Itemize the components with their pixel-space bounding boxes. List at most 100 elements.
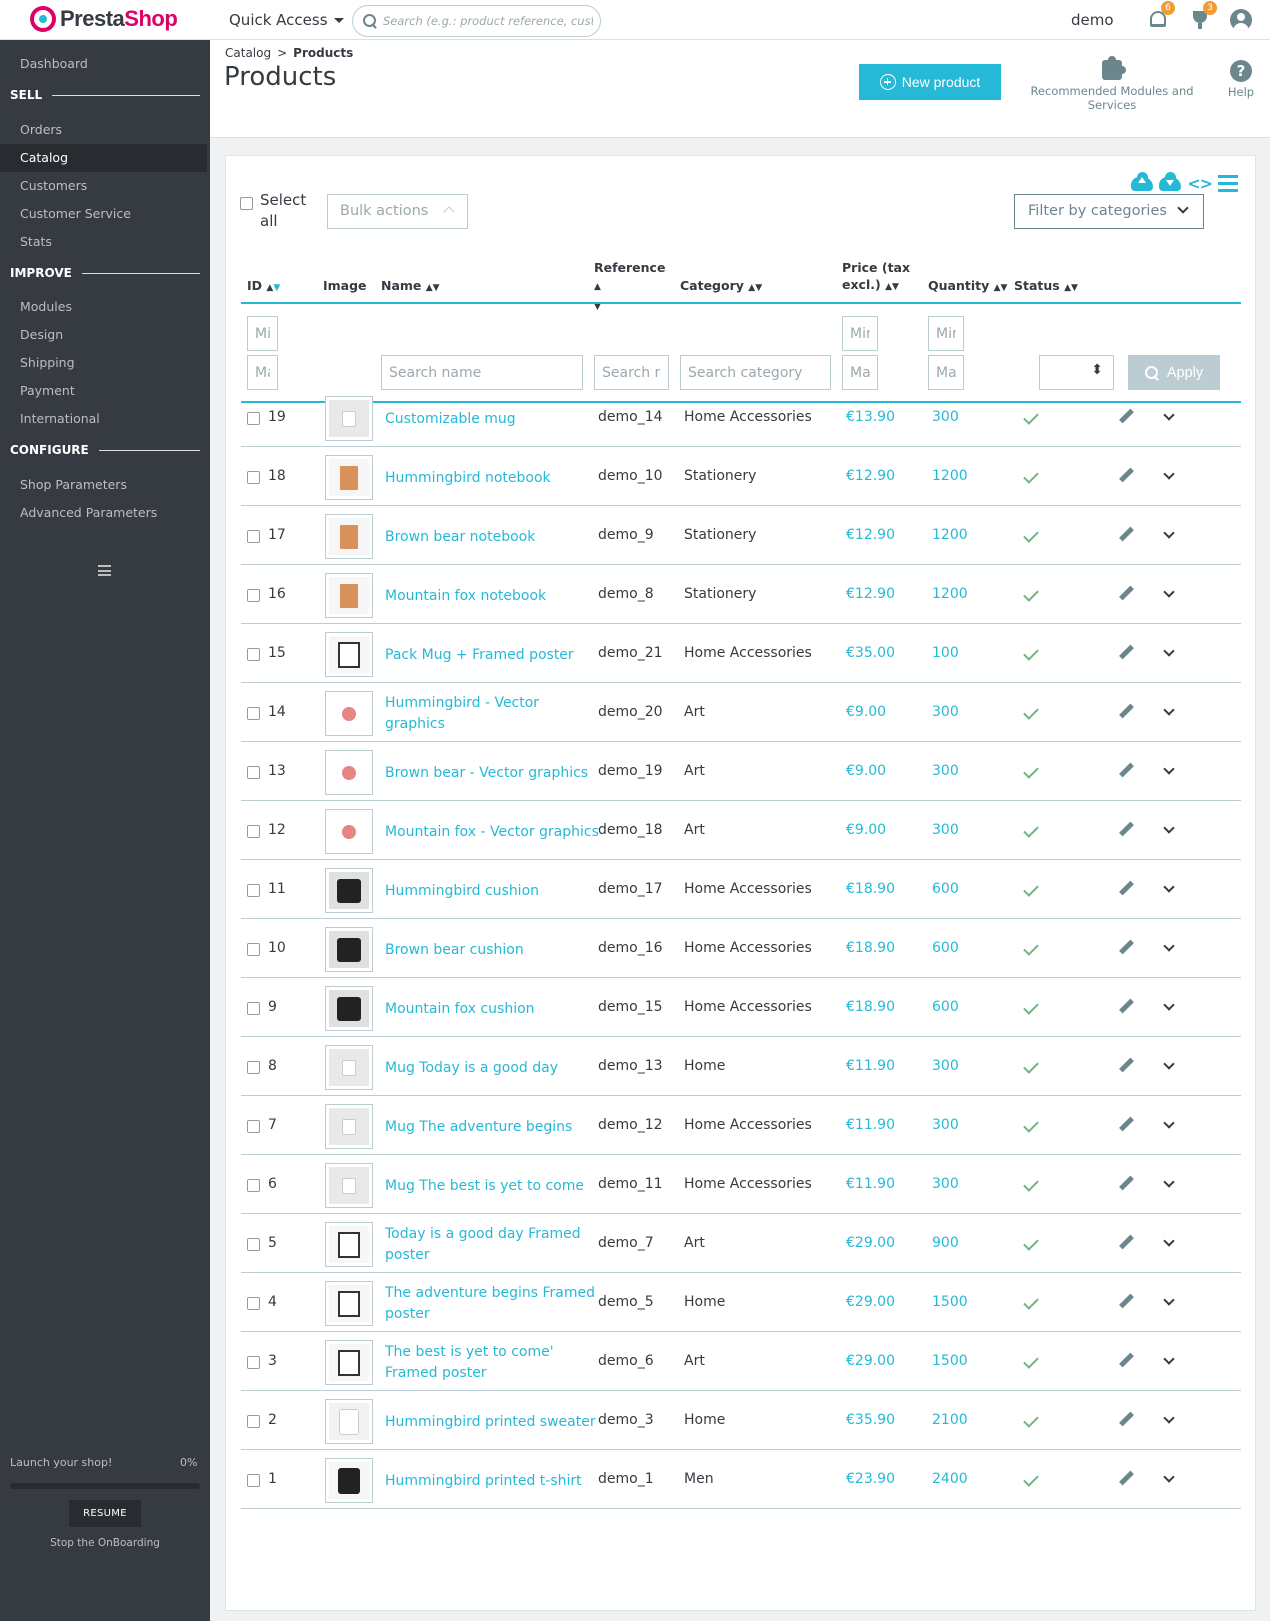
product-price[interactable]: €29.00 bbox=[846, 1294, 895, 1310]
row-checkbox[interactable] bbox=[247, 1179, 260, 1192]
new-product-button[interactable]: New product bbox=[859, 64, 1001, 100]
product-name-link[interactable]: Hummingbird printed t-shirt bbox=[385, 1461, 600, 1501]
row-checkbox[interactable] bbox=[247, 1002, 260, 1015]
sort-icon[interactable]: ▲▼ bbox=[885, 282, 899, 292]
row-checkbox[interactable] bbox=[247, 648, 260, 661]
product-thumbnail[interactable] bbox=[325, 1045, 373, 1090]
product-thumbnail[interactable] bbox=[325, 455, 373, 500]
search-icon[interactable] bbox=[363, 14, 377, 28]
sidebar-item-payment[interactable]: Payment bbox=[0, 377, 207, 405]
product-price[interactable]: €18.90 bbox=[846, 940, 895, 956]
row-actions-chevron-icon[interactable] bbox=[1163, 1471, 1175, 1483]
product-price[interactable]: €35.00 bbox=[846, 645, 895, 661]
column-header-quantity[interactable]: Quantity ▲▼ bbox=[928, 277, 1007, 297]
filter-name-input[interactable] bbox=[381, 355, 583, 390]
product-price[interactable]: €23.90 bbox=[846, 1471, 895, 1487]
filter-id-min[interactable] bbox=[247, 316, 278, 351]
product-name-link[interactable]: Today is a good day Framed poster bbox=[385, 1225, 600, 1265]
status-enabled-check-icon[interactable] bbox=[1023, 704, 1039, 720]
cloud-upload-icon[interactable] bbox=[1131, 171, 1154, 191]
product-price[interactable]: €12.90 bbox=[846, 586, 895, 602]
edit-pencil-icon[interactable] bbox=[1118, 704, 1134, 720]
product-name-link[interactable]: Mug Today is a good day bbox=[385, 1048, 600, 1088]
code-icon[interactable]: <> bbox=[1187, 174, 1213, 193]
product-thumbnail[interactable] bbox=[325, 986, 373, 1031]
product-name-link[interactable]: Hummingbird printed sweater bbox=[385, 1402, 600, 1442]
product-name-link[interactable]: Brown bear - Vector graphics bbox=[385, 753, 600, 793]
edit-pencil-icon[interactable] bbox=[1118, 1294, 1134, 1310]
column-header-price[interactable]: Price (tax excl.) ▲▼ bbox=[842, 259, 912, 296]
column-header-reference[interactable]: Reference ▲ ▼ bbox=[594, 259, 674, 316]
edit-pencil-icon[interactable] bbox=[1118, 645, 1134, 661]
product-thumbnail[interactable] bbox=[325, 1222, 373, 1267]
product-quantity[interactable]: 900 bbox=[932, 1235, 959, 1251]
status-enabled-check-icon[interactable] bbox=[1023, 1235, 1039, 1251]
status-enabled-check-icon[interactable] bbox=[1023, 1117, 1039, 1133]
edit-pencil-icon[interactable] bbox=[1118, 881, 1134, 897]
row-checkbox[interactable] bbox=[247, 1356, 260, 1369]
product-name-link[interactable]: Mug The best is yet to come bbox=[385, 1166, 600, 1206]
product-name-link[interactable]: Hummingbird cushion bbox=[385, 871, 600, 911]
edit-pencil-icon[interactable] bbox=[1118, 1471, 1134, 1487]
row-actions-chevron-icon[interactable] bbox=[1163, 763, 1175, 775]
sidebar-item-shop-parameters[interactable]: Shop Parameters bbox=[0, 471, 207, 499]
filter-quantity-min[interactable] bbox=[928, 316, 964, 351]
product-name-link[interactable]: Brown bear notebook bbox=[385, 517, 600, 557]
product-quantity[interactable]: 300 bbox=[932, 1058, 959, 1074]
filter-category-input[interactable] bbox=[680, 355, 831, 390]
status-enabled-check-icon[interactable] bbox=[1023, 940, 1039, 956]
product-price[interactable]: €29.00 bbox=[846, 1235, 895, 1251]
status-enabled-check-icon[interactable] bbox=[1023, 1471, 1039, 1487]
sidebar-item-dashboard[interactable]: Dashboard bbox=[0, 50, 207, 78]
sort-desc-icon[interactable]: ▼ bbox=[273, 283, 280, 293]
product-thumbnail[interactable] bbox=[325, 573, 373, 618]
product-quantity[interactable]: 300 bbox=[932, 704, 959, 720]
status-enabled-check-icon[interactable] bbox=[1023, 881, 1039, 897]
product-quantity[interactable]: 1200 bbox=[932, 468, 968, 484]
product-quantity[interactable]: 600 bbox=[932, 881, 959, 897]
row-checkbox[interactable] bbox=[247, 825, 260, 838]
sort-icon[interactable]: ▲▼ bbox=[748, 283, 762, 293]
product-price[interactable]: €9.00 bbox=[846, 763, 886, 779]
product-thumbnail[interactable] bbox=[325, 1340, 373, 1385]
row-checkbox[interactable] bbox=[247, 471, 260, 484]
edit-pencil-icon[interactable] bbox=[1118, 1176, 1134, 1192]
apply-filter-button[interactable]: Apply bbox=[1128, 355, 1220, 390]
product-name-link[interactable]: Pack Mug + Framed poster bbox=[385, 635, 600, 675]
product-name-link[interactable]: Mountain fox notebook bbox=[385, 576, 600, 616]
product-price[interactable]: €12.90 bbox=[846, 527, 895, 543]
notifications-button[interactable]: 6 bbox=[1147, 1, 1175, 31]
status-enabled-check-icon[interactable] bbox=[1023, 1294, 1039, 1310]
row-checkbox[interactable] bbox=[247, 1474, 260, 1487]
product-price[interactable]: €35.90 bbox=[846, 1412, 895, 1428]
product-quantity[interactable]: 1200 bbox=[932, 586, 968, 602]
product-thumbnail[interactable] bbox=[325, 927, 373, 972]
product-price[interactable]: €18.90 bbox=[846, 999, 895, 1015]
status-enabled-check-icon[interactable] bbox=[1023, 1412, 1039, 1428]
product-thumbnail[interactable] bbox=[325, 1163, 373, 1208]
quick-access-dropdown[interactable]: Quick Access bbox=[229, 11, 344, 29]
product-quantity[interactable]: 600 bbox=[932, 940, 959, 956]
filter-quantity-max[interactable] bbox=[928, 355, 964, 390]
edit-pencil-icon[interactable] bbox=[1118, 763, 1134, 779]
row-checkbox[interactable] bbox=[247, 1238, 260, 1251]
row-actions-chevron-icon[interactable] bbox=[1163, 1117, 1175, 1129]
product-name-link[interactable]: The best is yet to come' Framed poster bbox=[385, 1343, 600, 1383]
row-actions-chevron-icon[interactable] bbox=[1163, 704, 1175, 716]
row-actions-chevron-icon[interactable] bbox=[1163, 527, 1175, 539]
row-checkbox[interactable] bbox=[247, 1120, 260, 1133]
employee-name[interactable]: demo bbox=[1071, 11, 1114, 29]
column-header-category[interactable]: Category ▲▼ bbox=[680, 277, 762, 297]
employee-menu-button[interactable] bbox=[1230, 9, 1252, 31]
list-view-icon[interactable] bbox=[1218, 175, 1238, 192]
row-actions-chevron-icon[interactable] bbox=[1163, 999, 1175, 1011]
row-checkbox[interactable] bbox=[247, 1297, 260, 1310]
row-checkbox[interactable] bbox=[247, 1061, 260, 1074]
product-name-link[interactable]: Hummingbird - Vector graphics bbox=[385, 694, 600, 734]
product-thumbnail[interactable] bbox=[325, 809, 373, 854]
row-checkbox[interactable] bbox=[247, 707, 260, 720]
status-enabled-check-icon[interactable] bbox=[1023, 1353, 1039, 1369]
edit-pencil-icon[interactable] bbox=[1118, 1412, 1134, 1428]
row-actions-chevron-icon[interactable] bbox=[1163, 1353, 1175, 1365]
row-checkbox[interactable] bbox=[247, 766, 260, 779]
